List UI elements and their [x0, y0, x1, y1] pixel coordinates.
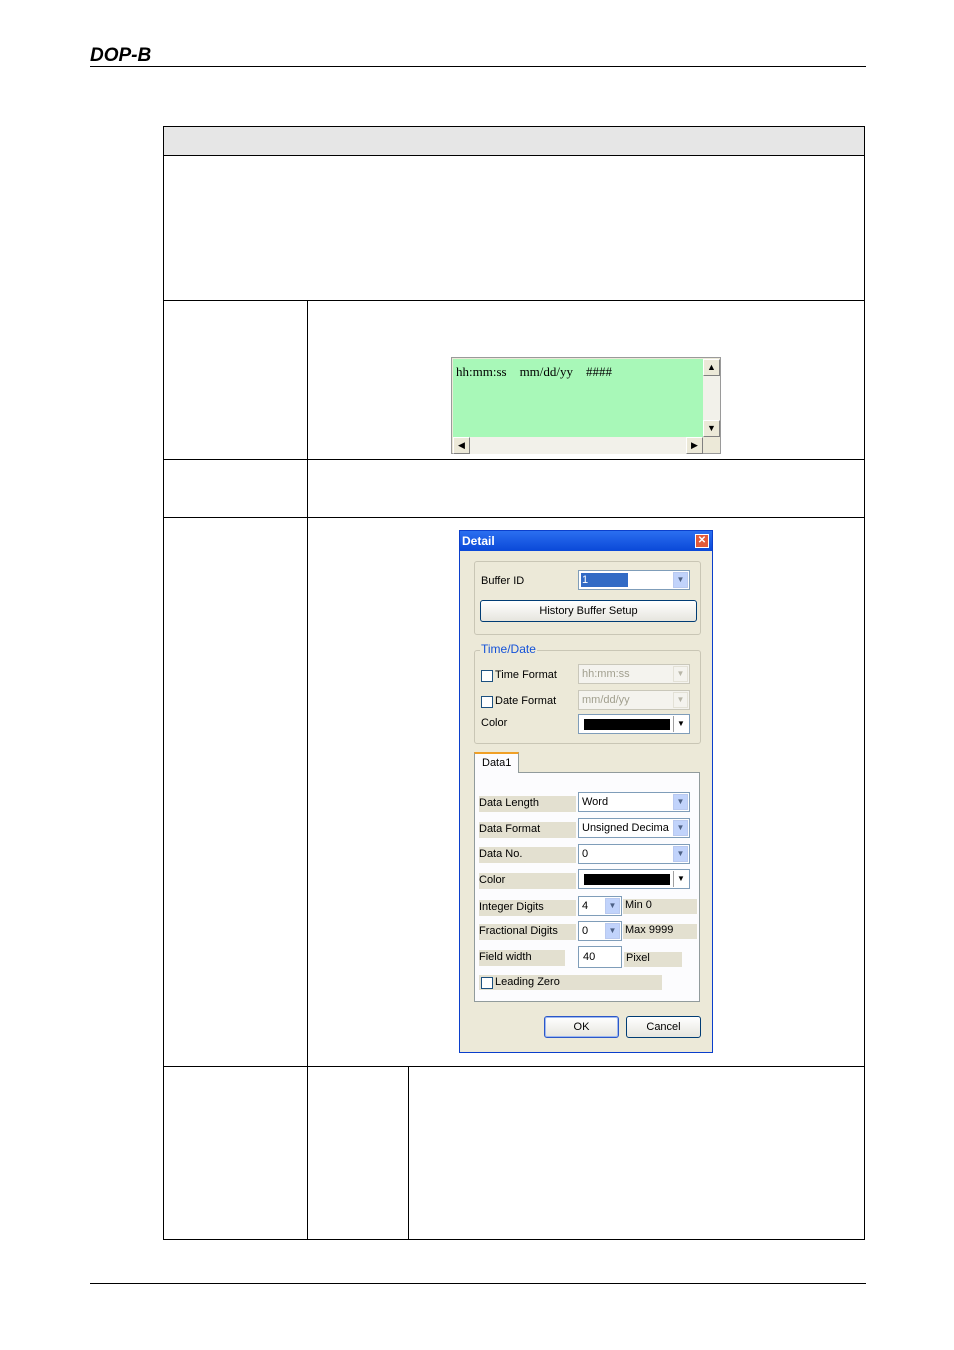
chevron-down-icon: ▼	[673, 666, 688, 682]
field-width-value: 40	[583, 951, 596, 963]
dialog-title-bar: Detail ✕	[460, 531, 712, 551]
scroll-up-button[interactable]: ▲	[703, 359, 720, 376]
date-format-checkbox[interactable]	[481, 696, 493, 708]
time-date-color-label: Color	[481, 717, 508, 729]
dop-b-logo: DOP-B	[90, 45, 152, 66]
dropdown-arrow-icon: ▼	[673, 716, 688, 732]
chevron-down-icon: ▼	[673, 820, 688, 836]
time-format-checkbox[interactable]	[481, 670, 493, 682]
ok-button[interactable]: OK	[544, 1016, 619, 1038]
horizontal-scrollbar[interactable]: ◀ ▶	[453, 437, 703, 454]
spec-table-header	[164, 127, 864, 155]
date-format-label: Date Format	[495, 695, 557, 707]
time-format-select[interactable]: hh:mm:ss ▼	[578, 664, 690, 684]
chevron-down-icon: ▼	[673, 794, 688, 810]
integer-digits-label: Integer Digits	[479, 900, 576, 916]
leading-zero-checkbox[interactable]	[481, 977, 493, 989]
date-format-value: mm/dd/yy	[582, 694, 630, 706]
close-icon: ✕	[697, 535, 707, 546]
fractional-digits-value: 0	[582, 925, 589, 937]
header-rule	[90, 66, 866, 67]
table-rule	[163, 300, 865, 301]
table-rule	[163, 1066, 865, 1067]
close-button[interactable]: ✕	[695, 534, 709, 548]
fractional-digits-label: Fractional Digits	[479, 924, 576, 940]
chevron-down-icon: ▼	[605, 923, 620, 939]
triangle-up-icon: ▲	[707, 362, 716, 372]
scroll-down-button[interactable]: ▼	[703, 420, 720, 437]
preview-text: hh:mm:ss mm/dd/yy ####	[456, 364, 613, 379]
table-rule	[163, 155, 865, 156]
data-no-label: Data No.	[479, 847, 576, 863]
max-text: Max 9999	[623, 924, 697, 939]
data-format-label: Data Format	[479, 822, 576, 838]
time-date-legend: Time/Date	[480, 642, 537, 656]
data-length-label: Data Length	[479, 796, 576, 812]
time-date-color-picker[interactable]: ▼	[578, 714, 690, 734]
tab-data1[interactable]: Data1	[474, 752, 519, 773]
integer-digits-select[interactable]: 4 ▼	[578, 896, 622, 916]
field-width-input[interactable]: 40	[578, 946, 622, 968]
triangle-left-icon: ◀	[458, 440, 465, 450]
color-swatch	[584, 719, 670, 730]
chevron-down-icon: ▼	[673, 572, 688, 588]
date-format-select[interactable]: mm/dd/yy ▼	[578, 690, 690, 710]
buffer-id-select[interactable]: 1 ▼	[578, 570, 690, 590]
data-no-select[interactable]: 0 ▼	[578, 844, 690, 864]
scroll-left-button[interactable]: ◀	[453, 437, 470, 454]
data-format-select[interactable]: Unsigned Decima ▼	[578, 818, 690, 838]
chevron-down-icon: ▼	[605, 898, 620, 914]
time-format-value: hh:mm:ss	[582, 668, 630, 680]
data-length-select[interactable]: Word ▼	[578, 792, 690, 812]
table-rule	[163, 459, 865, 460]
table-column-rule	[307, 300, 308, 1240]
table-rule	[163, 517, 865, 518]
buffer-id-value: 1	[581, 573, 629, 587]
buffer-id-label: Buffer ID	[481, 575, 525, 587]
history-table-preview: hh:mm:ss mm/dd/yy #### ▲ ▼ ◀ ▶	[451, 357, 721, 454]
leading-zero-label: Leading Zero	[495, 976, 560, 988]
data-no-value: 0	[582, 848, 589, 860]
data-format-value: Unsigned Decima	[582, 822, 669, 834]
table-column-rule	[408, 1066, 409, 1240]
dialog-title: Detail	[462, 534, 495, 548]
min-text: Min 0	[623, 899, 697, 914]
logo-text: DOP-B	[90, 45, 152, 66]
time-format-label: Time Format	[495, 669, 557, 681]
pixel-unit-text: Pixel	[624, 952, 682, 967]
scroll-right-button[interactable]: ▶	[686, 437, 703, 454]
color-swatch	[584, 874, 670, 885]
tab-data1-label: Data1	[482, 757, 512, 769]
data-length-value: Word	[582, 796, 609, 808]
fractional-digits-select[interactable]: 0 ▼	[578, 921, 622, 941]
triangle-right-icon: ▶	[691, 440, 698, 450]
triangle-down-icon: ▼	[707, 423, 716, 433]
chevron-down-icon: ▼	[673, 692, 688, 708]
cancel-button[interactable]: Cancel	[626, 1016, 701, 1038]
data-color-picker[interactable]: ▼	[578, 869, 690, 889]
chevron-down-icon: ▼	[673, 846, 688, 862]
integer-digits-value: 4	[582, 900, 589, 912]
field-width-label: Field width	[479, 950, 565, 966]
preview-display-area: hh:mm:ss mm/dd/yy ####	[453, 359, 703, 437]
history-buffer-setup-button[interactable]: History Buffer Setup	[480, 600, 697, 622]
data-color-label: Color	[479, 873, 576, 889]
vertical-scrollbar[interactable]: ▲ ▼	[703, 359, 720, 437]
dropdown-arrow-icon: ▼	[673, 871, 688, 887]
footer-rule	[90, 1283, 866, 1284]
